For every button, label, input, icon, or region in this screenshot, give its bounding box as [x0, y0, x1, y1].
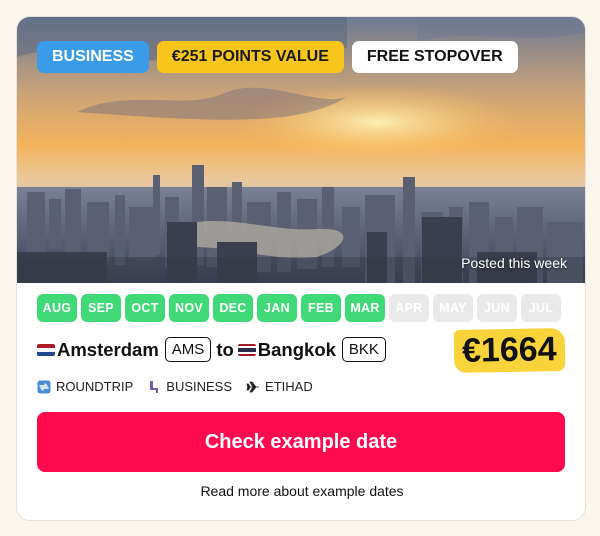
plane-icon — [246, 381, 260, 392]
month-pill-aug: AUG — [37, 294, 77, 322]
airline: ETIHAD — [246, 379, 313, 394]
destination-code: BKK — [341, 337, 386, 362]
month-pill-jul: JUL — [521, 294, 561, 322]
month-pill-mar: MAR — [345, 294, 385, 322]
origin-city: Amsterdam — [57, 338, 159, 360]
hero-image: BUSINESS €251 POINTS VALUE FREE STOPOVER… — [17, 17, 585, 283]
origin-code: AMS — [164, 337, 212, 362]
stopover-badge: FREE STOPOVER — [351, 41, 518, 73]
badge-row: BUSINESS €251 POINTS VALUE FREE STOPOVER — [37, 41, 518, 73]
month-pill-oct: OCT — [125, 294, 165, 322]
month-pill-nov: NOV — [169, 294, 209, 322]
deal-card: BUSINESS €251 POINTS VALUE FREE STOPOVER… — [16, 16, 586, 521]
month-pill-sep: SEP — [81, 294, 121, 322]
thailand-flag-icon — [237, 343, 256, 356]
month-pill-feb: FEB — [301, 294, 341, 322]
netherlands-flag-icon — [37, 343, 55, 356]
read-more-link[interactable]: Read more about example dates — [17, 483, 585, 499]
trip-meta: ROUNDTRIP BUSINESS ETIHAD — [37, 379, 313, 394]
month-pill-jun: JUN — [477, 294, 517, 322]
trip-type: ROUNDTRIP — [37, 379, 133, 394]
posted-label: Posted this week — [461, 255, 567, 271]
month-pill-jan: JAN — [257, 294, 297, 322]
month-pill-apr: APR — [389, 294, 429, 322]
trip-type-label: ROUNDTRIP — [56, 379, 134, 394]
check-example-date-button[interactable]: Check example date — [37, 412, 565, 472]
destination-city: Bangkok — [257, 338, 336, 360]
cabin-class: BUSINESS — [147, 379, 232, 394]
cabin-badge: BUSINESS — [37, 41, 149, 73]
roundtrip-icon — [37, 380, 51, 393]
month-pill-may: MAY — [433, 294, 473, 322]
month-pill-dec: DEC — [213, 294, 253, 322]
month-availability: AUG SEP OCT NOV DEC JAN FEB MAR APR MAY JUN JUL — [37, 294, 561, 322]
price: €1664 — [454, 328, 566, 373]
route-connector: to — [216, 338, 234, 360]
seat-icon — [150, 380, 159, 393]
cabin-class-label: BUSINESS — [166, 379, 233, 394]
points-value-badge: €251 POINTS VALUE — [156, 41, 344, 73]
route: Amsterdam AMS to Bangkok BKK — [37, 337, 391, 362]
airline-label: ETIHAD — [265, 379, 313, 394]
